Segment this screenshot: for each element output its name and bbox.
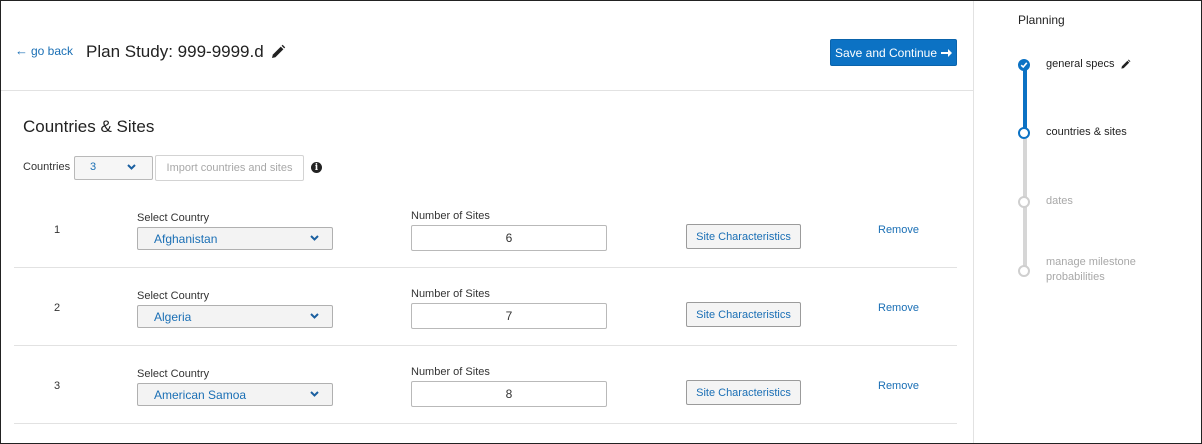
remove-link[interactable]: Remove bbox=[878, 302, 919, 314]
import-countries-button[interactable]: Import countries and sites bbox=[155, 155, 304, 181]
page-title: Plan Study: 999-9999.d bbox=[86, 42, 286, 62]
select-country-label: Select Country bbox=[137, 368, 210, 380]
step-label: general specs bbox=[1046, 58, 1115, 70]
top-bar: ← go back Plan Study: 999-9999.d Save an… bbox=[1, 1, 973, 91]
step-current-icon bbox=[1018, 127, 1030, 139]
remove-link[interactable]: Remove bbox=[878, 380, 919, 392]
row-number: 1 bbox=[54, 224, 61, 236]
page-title-text: Plan Study: 999-9999.d bbox=[86, 42, 264, 61]
number-of-sites-label: Number of Sites bbox=[411, 288, 490, 300]
check-icon bbox=[1020, 62, 1028, 69]
site-characteristics-button[interactable]: Site Characteristics bbox=[686, 302, 801, 327]
country-value: Algeria bbox=[154, 310, 192, 324]
countries-count-value: 3 bbox=[90, 161, 97, 173]
row-number: 2 bbox=[54, 302, 61, 314]
main-panel: ← go back Plan Study: 999-9999.d Save an… bbox=[1, 1, 973, 443]
chevron-down-icon bbox=[310, 235, 319, 241]
country-value: American Samoa bbox=[154, 388, 247, 402]
row-number: 3 bbox=[54, 380, 61, 392]
number-of-sites-input[interactable]: 8 bbox=[411, 381, 607, 407]
countries-label: Countries bbox=[23, 161, 71, 173]
arrow-left-icon: ← bbox=[15, 43, 28, 58]
select-country-label: Select Country bbox=[137, 290, 210, 302]
select-country-label: Select Country bbox=[137, 212, 210, 224]
number-of-sites-label: Number of Sites bbox=[411, 366, 490, 378]
save-and-continue-button[interactable]: Save and Continue bbox=[830, 39, 957, 66]
countries-count-select[interactable]: 3 bbox=[74, 156, 153, 180]
country-row: 2 Select Country Algeria Number of Sites… bbox=[14, 268, 957, 346]
site-characteristics-button[interactable]: Site Characteristics bbox=[686, 380, 801, 405]
country-row: 3 Select Country American Samoa Number o… bbox=[14, 346, 957, 424]
pencil-icon[interactable] bbox=[270, 44, 286, 60]
step-upcoming-icon bbox=[1018, 265, 1030, 277]
chevron-down-icon bbox=[310, 391, 319, 397]
progress-track-complete bbox=[1023, 69, 1027, 133]
planning-sidebar: Planning general specs countries & sites… bbox=[973, 1, 1201, 443]
step-complete-icon bbox=[1018, 59, 1030, 71]
info-icon[interactable]: i bbox=[311, 162, 322, 173]
save-button-label: Save and Continue bbox=[834, 45, 938, 60]
number-of-sites-label: Number of Sites bbox=[411, 210, 490, 222]
country-select[interactable]: American Samoa bbox=[137, 383, 333, 406]
sidebar-title: Planning bbox=[1018, 13, 1065, 27]
step-upcoming-icon bbox=[1018, 196, 1030, 208]
number-of-sites-input[interactable]: 6 bbox=[411, 225, 607, 251]
sidebar-step-dates[interactable]: dates bbox=[1046, 194, 1073, 209]
arrow-right-icon bbox=[941, 48, 953, 57]
pencil-icon bbox=[1120, 59, 1130, 69]
site-characteristics-button[interactable]: Site Characteristics bbox=[686, 224, 801, 249]
country-value: Afghanistan bbox=[154, 232, 218, 246]
go-back-link[interactable]: ← go back bbox=[15, 44, 73, 58]
sidebar-step-manage-milestone-probabilities[interactable]: manage milestone probabilities bbox=[1046, 255, 1156, 285]
number-of-sites-input[interactable]: 7 bbox=[411, 303, 607, 329]
sidebar-step-general-specs[interactable]: general specs bbox=[1046, 57, 1131, 72]
country-select[interactable]: Afghanistan bbox=[137, 227, 333, 250]
country-row: 1 Select Country Afghanistan Number of S… bbox=[14, 190, 957, 268]
chevron-down-icon bbox=[310, 313, 319, 319]
sidebar-step-countries-sites[interactable]: countries & sites bbox=[1046, 125, 1127, 140]
country-select[interactable]: Algeria bbox=[137, 305, 333, 328]
remove-link[interactable]: Remove bbox=[878, 224, 919, 236]
go-back-label: go back bbox=[31, 44, 74, 58]
section-title: Countries & Sites bbox=[23, 117, 155, 136]
chevron-down-icon bbox=[127, 164, 136, 170]
